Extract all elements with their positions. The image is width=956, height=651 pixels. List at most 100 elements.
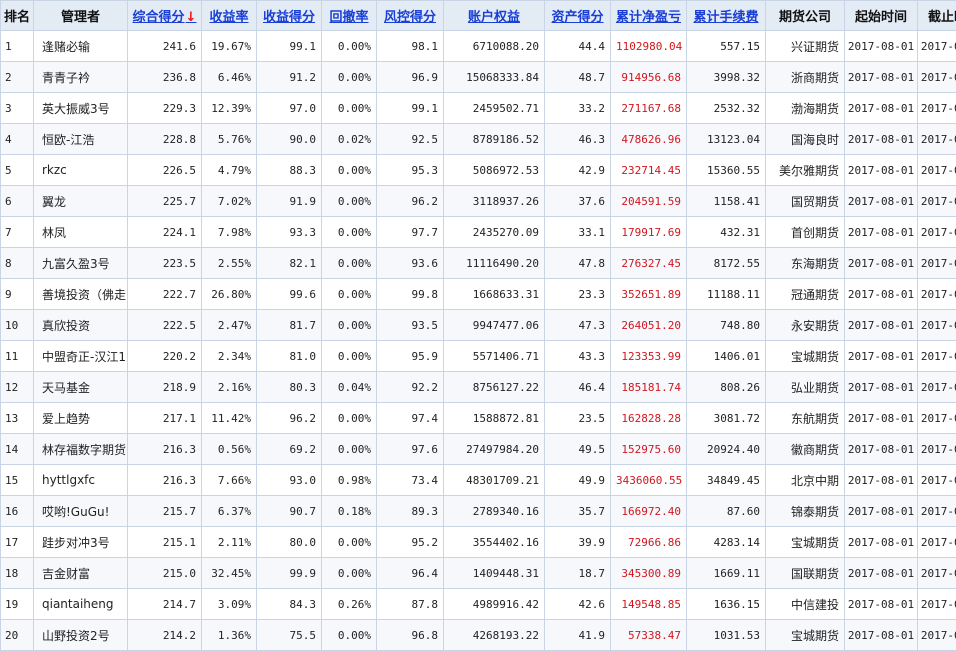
header-label: 累计净盈亏 <box>616 10 681 25</box>
cell-return-score: 80.3 <box>257 372 322 403</box>
table-row: 20山野投资2号214.21.36%75.50.00%96.84268193.2… <box>1 620 956 651</box>
table-row: 15hyttlgxfc216.37.66%93.00.98%73.4483017… <box>1 465 956 496</box>
table-row: 10真欣投资222.52.47%81.70.00%93.59947477.064… <box>1 310 956 341</box>
cell-overall-score: 215.1 <box>128 527 202 558</box>
cell-return-score: 88.3 <box>257 155 322 186</box>
cell-return-score: 81.7 <box>257 310 322 341</box>
table-row: 2青青子衿236.86.46%91.20.00%96.915068333.844… <box>1 62 956 93</box>
cell-account-equity: 9947477.06 <box>444 310 545 341</box>
table-row: 9善境投资（佛走222.726.80%99.60.00%99.81668633.… <box>1 279 956 310</box>
cell-risk-score: 93.6 <box>377 248 444 279</box>
cell-overall-score: 241.6 <box>128 31 202 62</box>
cell-manager: 恒欧-江浩 <box>34 124 128 155</box>
header-drawdown-rate[interactable]: 回撤率 <box>322 1 377 31</box>
header-label: 综合得分 <box>133 10 185 25</box>
cell-asset-score: 49.9 <box>545 465 611 496</box>
cell-futures-company: 永安期货 <box>766 310 845 341</box>
cell-drawdown-rate: 0.00% <box>322 341 377 372</box>
cell-asset-score: 23.5 <box>545 403 611 434</box>
cell-start-date: 2017-08-01 <box>845 372 918 403</box>
cell-futures-company: 国联期货 <box>766 558 845 589</box>
header-label: 累计手续费 <box>693 10 758 25</box>
cell-manager: 青青子衿 <box>34 62 128 93</box>
cell-end-date: 2017-08-04 <box>918 93 956 124</box>
cell-drawdown-rate: 0.02% <box>322 124 377 155</box>
header-return-score[interactable]: 收益得分 <box>257 1 322 31</box>
cell-rank: 19 <box>1 589 34 620</box>
cell-commission: 1406.01 <box>687 341 766 372</box>
cell-futures-company: 宝城期货 <box>766 341 845 372</box>
table-row: 6翼龙225.77.02%91.90.00%96.23118937.2637.6… <box>1 186 956 217</box>
cell-return-rate: 11.42% <box>202 403 257 434</box>
cell-drawdown-rate: 0.00% <box>322 403 377 434</box>
cell-net-pnl: 185181.74 <box>611 372 687 403</box>
cell-return-score: 90.7 <box>257 496 322 527</box>
ranking-table: 排名管理者综合得分↓收益率收益得分回撤率风控得分账户权益资产得分累计净盈亏累计手… <box>0 0 956 651</box>
cell-start-date: 2017-08-01 <box>845 155 918 186</box>
cell-return-rate: 2.47% <box>202 310 257 341</box>
cell-rank: 13 <box>1 403 34 434</box>
cell-return-score: 96.2 <box>257 403 322 434</box>
cell-drawdown-rate: 0.00% <box>322 434 377 465</box>
cell-start-date: 2017-08-01 <box>845 279 918 310</box>
cell-futures-company: 锦泰期货 <box>766 496 845 527</box>
cell-manager: hyttlgxfc <box>34 465 128 496</box>
cell-return-score: 82.1 <box>257 248 322 279</box>
cell-account-equity: 6710088.20 <box>444 31 545 62</box>
cell-drawdown-rate: 0.00% <box>322 279 377 310</box>
sort-desc-icon: ↓ <box>186 10 197 25</box>
cell-drawdown-rate: 0.00% <box>322 558 377 589</box>
cell-end-date: 2017-08-04 <box>918 31 956 62</box>
cell-return-rate: 7.02% <box>202 186 257 217</box>
header-commission[interactable]: 累计手续费 <box>687 1 766 31</box>
header-label: 起始时间 <box>855 10 907 25</box>
cell-commission: 11188.11 <box>687 279 766 310</box>
cell-asset-score: 18.7 <box>545 558 611 589</box>
cell-risk-score: 95.2 <box>377 527 444 558</box>
cell-asset-score: 33.2 <box>545 93 611 124</box>
cell-risk-score: 96.9 <box>377 62 444 93</box>
cell-return-rate: 19.67% <box>202 31 257 62</box>
cell-end-date: 2017-08-04 <box>918 465 956 496</box>
cell-commission: 808.26 <box>687 372 766 403</box>
cell-manager: rkzc <box>34 155 128 186</box>
header-risk-score[interactable]: 风控得分 <box>377 1 444 31</box>
cell-net-pnl: 204591.59 <box>611 186 687 217</box>
header-return-rate[interactable]: 收益率 <box>202 1 257 31</box>
cell-return-score: 84.3 <box>257 589 322 620</box>
cell-asset-score: 33.1 <box>545 217 611 248</box>
cell-net-pnl: 264051.20 <box>611 310 687 341</box>
cell-end-date: 2017-08-04 <box>918 589 956 620</box>
cell-return-rate: 2.34% <box>202 341 257 372</box>
cell-end-date: 2017-08-04 <box>918 403 956 434</box>
header-account-equity[interactable]: 账户权益 <box>444 1 545 31</box>
cell-manager: 逢赌必输 <box>34 31 128 62</box>
cell-overall-score: 223.5 <box>128 248 202 279</box>
cell-net-pnl: 914956.68 <box>611 62 687 93</box>
cell-manager: 爱上趋势 <box>34 403 128 434</box>
cell-net-pnl: 345300.89 <box>611 558 687 589</box>
cell-account-equity: 4989916.42 <box>444 589 545 620</box>
cell-account-equity: 48301709.21 <box>444 465 545 496</box>
cell-manager: 翼龙 <box>34 186 128 217</box>
header-overall-score[interactable]: 综合得分↓ <box>128 1 202 31</box>
cell-drawdown-rate: 0.18% <box>322 496 377 527</box>
cell-start-date: 2017-08-01 <box>845 496 918 527</box>
cell-return-rate: 2.16% <box>202 372 257 403</box>
cell-drawdown-rate: 0.00% <box>322 62 377 93</box>
header-net-pnl[interactable]: 累计净盈亏 <box>611 1 687 31</box>
cell-asset-score: 42.9 <box>545 155 611 186</box>
cell-return-rate: 5.76% <box>202 124 257 155</box>
cell-commission: 3998.32 <box>687 62 766 93</box>
cell-risk-score: 97.6 <box>377 434 444 465</box>
header-row: 排名管理者综合得分↓收益率收益得分回撤率风控得分账户权益资产得分累计净盈亏累计手… <box>1 1 956 31</box>
cell-futures-company: 兴证期货 <box>766 31 845 62</box>
cell-start-date: 2017-08-01 <box>845 558 918 589</box>
cell-return-score: 69.2 <box>257 434 322 465</box>
header-start-date: 起始时间 <box>845 1 918 31</box>
header-asset-score[interactable]: 资产得分 <box>545 1 611 31</box>
cell-account-equity: 11116490.20 <box>444 248 545 279</box>
table-row: 11中盟奇正-汉江1220.22.34%81.00.00%95.95571406… <box>1 341 956 372</box>
cell-overall-score: 222.7 <box>128 279 202 310</box>
cell-futures-company: 北京中期 <box>766 465 845 496</box>
